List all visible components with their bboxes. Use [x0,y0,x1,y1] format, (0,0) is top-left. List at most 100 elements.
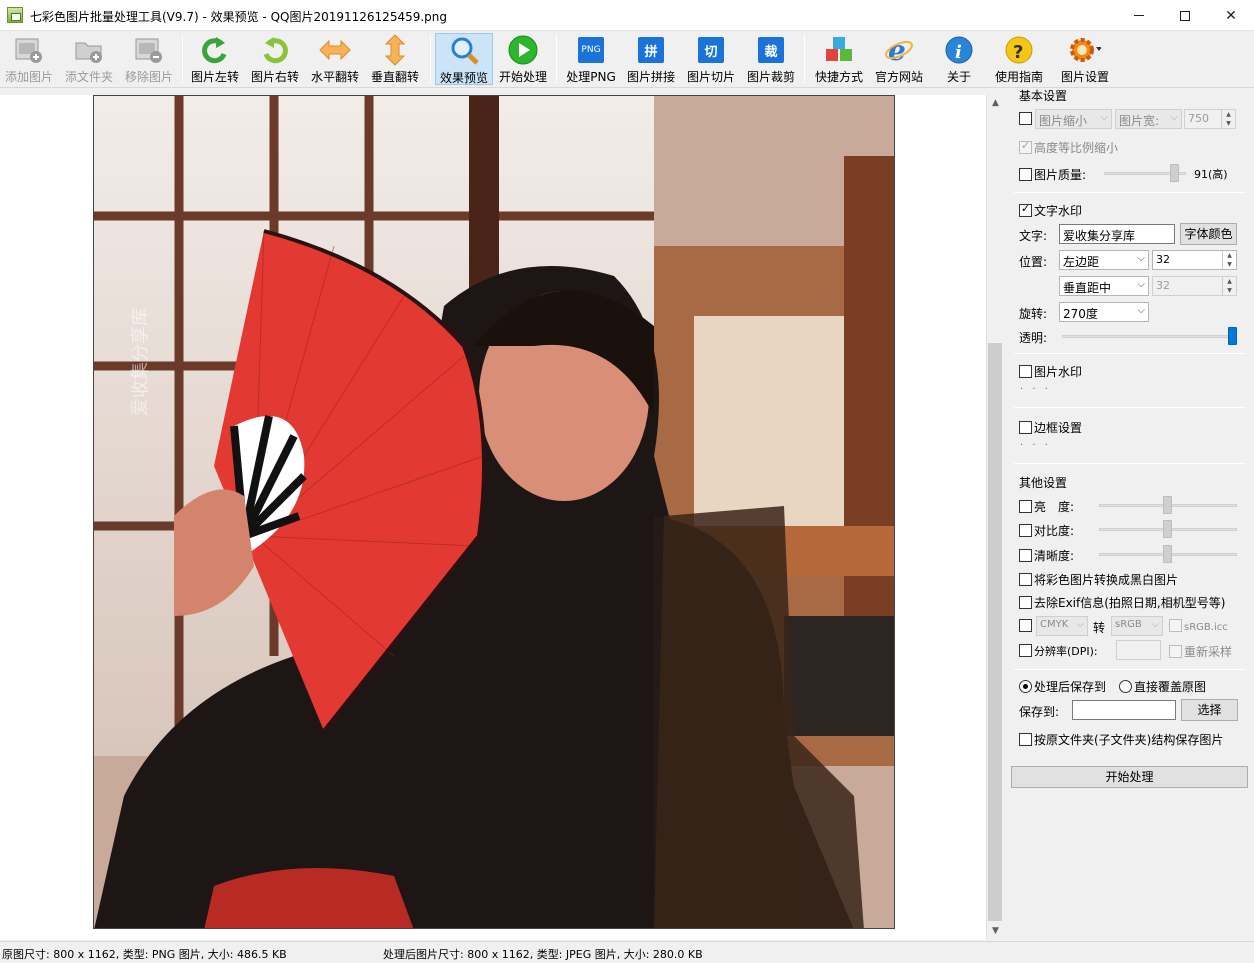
spin-arrows-icon[interactable]: ▲ ▼ [1222,277,1236,295]
grayscale-checkbox[interactable] [1019,573,1032,586]
close-button[interactable]: ✕ [1208,0,1254,31]
slider-knob[interactable] [1170,164,1179,182]
save-path-input[interactable] [1072,700,1176,720]
sharpness-row[interactable]: 清晰度: [1019,547,1074,564]
font-color-button[interactable]: 字体颜色 [1180,223,1237,245]
keep-ratio-row[interactable]: 高度等比例缩小 [1019,139,1118,156]
png-icon: PNG [575,35,607,65]
resample-checkbox[interactable] [1169,645,1182,658]
scroll-down-icon[interactable]: ▼ [987,923,1004,939]
text-watermark-row[interactable]: 文字水印 [1019,202,1082,219]
spin-arrows-icon[interactable]: ▲ ▼ [1222,251,1236,269]
resize-checkbox-row[interactable] [1019,112,1034,126]
slider-knob[interactable] [1228,327,1237,345]
contrast-slider[interactable] [1099,520,1237,538]
website-button[interactable]: e 官方网站 [870,33,928,85]
contrast-checkbox[interactable] [1019,524,1032,537]
start-process-panel-button[interactable]: 开始处理 [1011,766,1248,788]
resize-mode-select[interactable]: 图片缩小 ⌵ [1035,109,1112,129]
resample-row[interactable]: 重新采样 [1169,643,1232,660]
remove-exif-row[interactable]: 去除Exif信息(拍照日期,相机型号等) [1019,594,1225,611]
save-to-option-row[interactable]: 处理后保存到 [1019,678,1106,695]
resize-checkbox[interactable] [1019,112,1032,125]
remove-image-button[interactable]: 移除图片 [120,33,178,85]
keep-ratio-checkbox[interactable] [1019,139,1032,154]
magnifier-icon [449,36,481,66]
remove-image-label: 移除图片 [124,70,173,84]
quality-row[interactable]: 图片质量: [1019,166,1086,183]
sharpness-slider[interactable] [1099,545,1237,563]
remove-exif-checkbox[interactable] [1019,596,1032,609]
chevron-down-icon: ⌵ [1137,253,1145,264]
horizontal-offset-spinbox[interactable]: 32 ▲ ▼ [1152,250,1237,270]
dpi-input[interactable] [1116,640,1161,660]
save-to-radio[interactable] [1019,680,1032,693]
start-process-button[interactable]: 开始处理 [494,33,552,85]
color-profile-checkbox[interactable] [1019,619,1032,632]
scrollbar-thumb[interactable] [988,343,1002,921]
grayscale-row[interactable]: 将彩色图片转换成黑白图片 [1019,571,1178,588]
srgb-select[interactable]: sRGB ⌵ [1111,616,1163,636]
border-checkbox[interactable] [1019,421,1032,434]
vertical-offset-spinbox[interactable]: 32 ▲ ▼ [1152,276,1237,296]
watermark-text-input[interactable]: 爱收集分享库 [1059,224,1175,244]
shortcut-button[interactable]: 快捷方式 [810,33,868,85]
contrast-row[interactable]: 对比度: [1019,522,1074,539]
process-png-button[interactable]: PNG 处理PNG [562,33,620,85]
stitch-button[interactable]: 拼 图片拼接 [622,33,680,85]
image-watermark-more[interactable]: · · · [1020,384,1051,395]
rotate-left-button[interactable]: 图片左转 [186,33,244,85]
opacity-slider[interactable] [1062,327,1237,345]
border-settings-row[interactable]: 边框设置 [1019,419,1082,436]
dpi-checkbox[interactable] [1019,644,1032,657]
brightness-row[interactable]: 亮 度: [1019,498,1074,515]
slice-button[interactable]: 切 图片切片 [682,33,740,85]
slider-knob[interactable] [1163,520,1172,538]
help-button[interactable]: ? 使用指南 [990,33,1048,85]
choose-folder-button[interactable]: 选择 [1181,699,1238,721]
image-watermark-checkbox[interactable] [1019,365,1032,378]
spin-arrows-icon[interactable]: ▲ ▼ [1221,110,1235,128]
text-watermark-checkbox[interactable] [1019,202,1032,217]
srgb-icc-row[interactable]: sRGB.icc [1169,619,1228,633]
add-folder-button[interactable]: 添文件夹 [60,33,118,85]
crop-button[interactable]: 裁 图片裁剪 [742,33,800,85]
color-profile-row[interactable] [1019,619,1034,633]
about-button[interactable]: i 关于 [930,33,988,85]
border-settings-more[interactable]: · · · [1020,440,1051,451]
flip-vertical-button[interactable]: 垂直翻转 [366,33,424,85]
width-mode-select[interactable]: 图片宽: ⌵ [1115,109,1182,129]
sharpness-checkbox[interactable] [1019,549,1032,562]
cmyk-select[interactable]: CMYK ⌵ [1036,616,1088,636]
keep-structure-row[interactable]: 按原文件夹(子文件夹)结构保存图片 [1019,731,1223,748]
maximize-button[interactable] [1162,0,1208,31]
quality-checkbox[interactable] [1019,168,1032,181]
minimize-button[interactable] [1116,0,1162,31]
vertical-position-select[interactable]: 垂直距中 ⌵ [1059,276,1149,296]
horizontal-position-select[interactable]: 左边距 ⌵ [1059,250,1149,270]
keep-structure-checkbox[interactable] [1019,733,1032,746]
width-spinbox[interactable]: 750 ▲ ▼ [1184,109,1236,129]
add-folder-icon [73,35,105,65]
other-settings-header: 其他设置 [1019,476,1068,490]
image-watermark-row[interactable]: 图片水印 [1019,363,1082,380]
overwrite-radio[interactable] [1119,680,1132,693]
chevron-down-icon: ⌵ [1137,305,1145,316]
scroll-up-icon[interactable]: ▲ [987,95,1004,111]
rotate-select[interactable]: 270度 ⌵ [1059,302,1149,322]
srgb-icc-checkbox[interactable] [1169,619,1182,632]
brightness-slider[interactable] [1099,496,1237,514]
image-settings-button[interactable]: 图片设置 [1056,33,1114,85]
overwrite-option-row[interactable]: 直接覆盖原图 [1119,678,1206,695]
browser-icon: e [883,35,915,65]
dpi-row[interactable]: 分辨率(DPI): [1019,643,1098,659]
preview-button[interactable]: 效果预览 [435,33,493,85]
add-image-button[interactable]: 添加图片 [0,33,58,85]
flip-horizontal-button[interactable]: 水平翻转 [306,33,364,85]
preview-scrollbar[interactable]: ▲ ▼ [986,95,1003,940]
slider-knob[interactable] [1163,496,1172,514]
rotate-right-button[interactable]: 图片右转 [246,33,304,85]
quality-slider[interactable] [1104,164,1186,182]
slider-knob[interactable] [1163,545,1172,563]
brightness-checkbox[interactable] [1019,500,1032,513]
